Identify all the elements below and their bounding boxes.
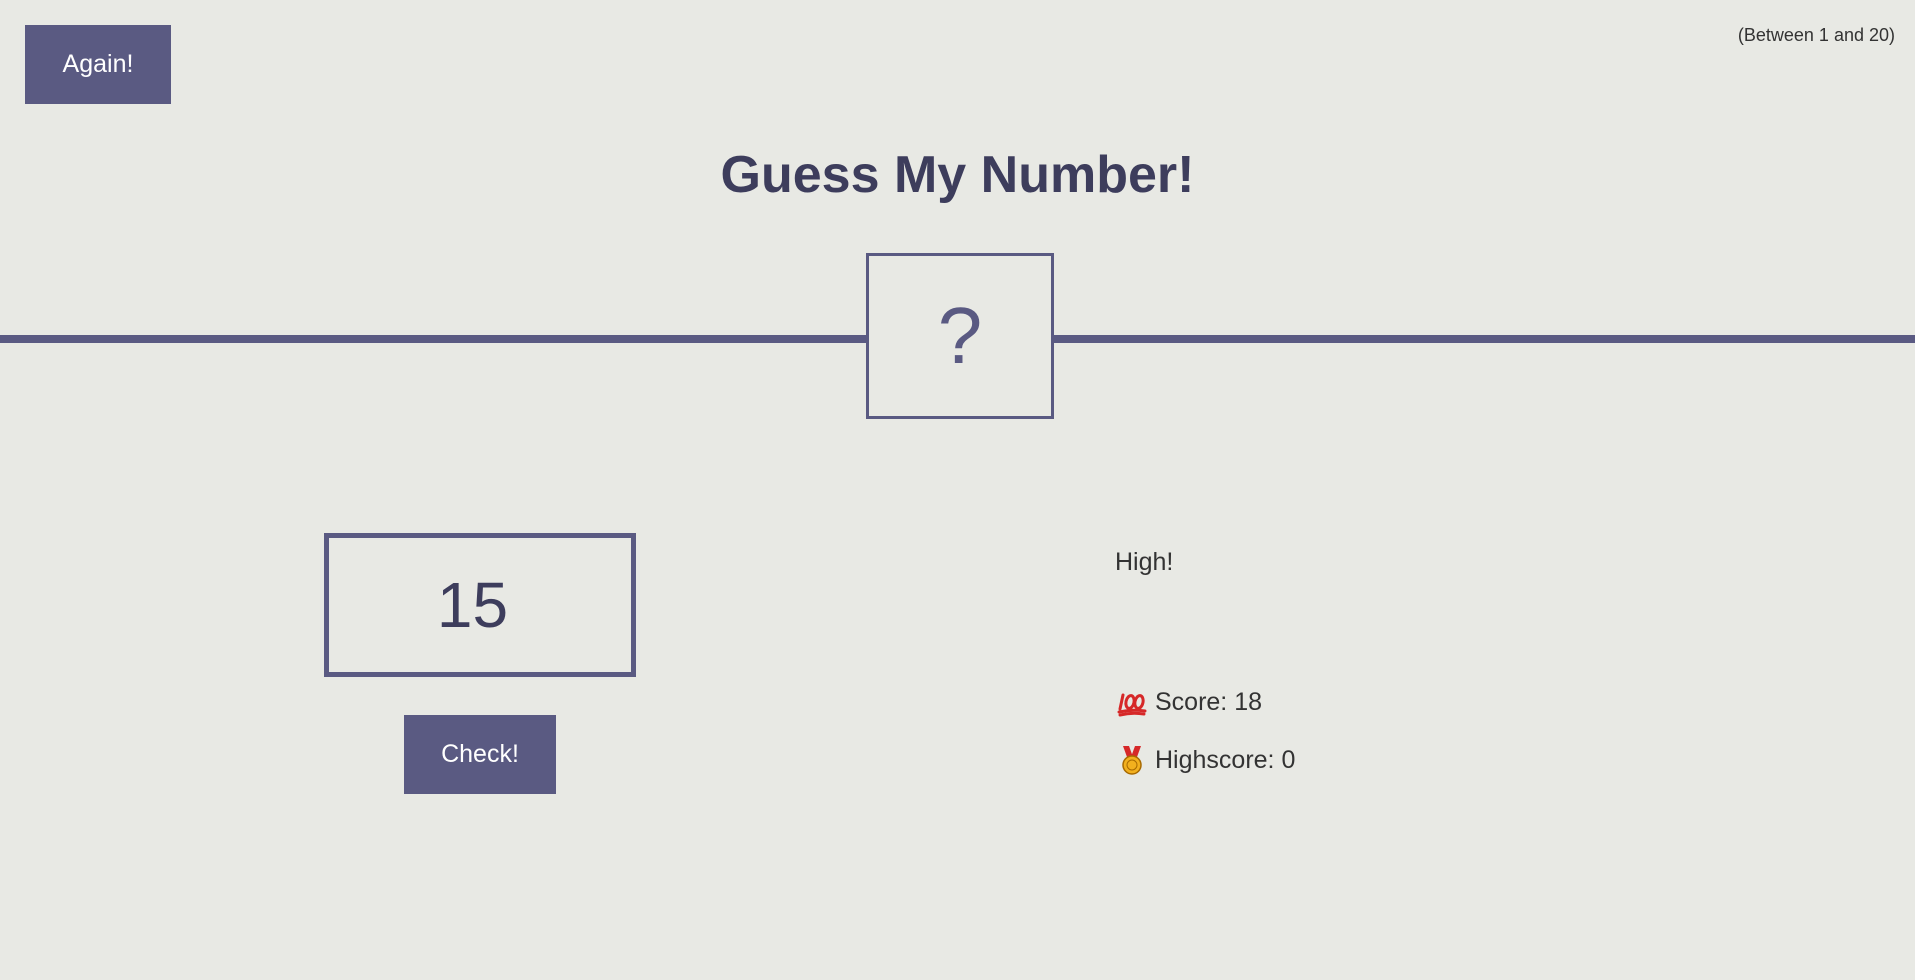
game-page: Again! (Between 1 and 20) Guess My Numbe… — [0, 0, 1915, 980]
score-value: 18 — [1234, 687, 1263, 716]
medal-icon — [1117, 745, 1147, 775]
guess-input[interactable] — [324, 533, 636, 677]
highscore-stat: Highscore: 0 — [1117, 745, 1295, 775]
secret-number: ? — [937, 291, 983, 380]
highscore-label: Highscore: — [1155, 745, 1275, 774]
highscore-value: 0 — [1281, 745, 1296, 774]
check-button[interactable]: Check! — [404, 715, 556, 794]
page-title: Guess My Number! — [720, 146, 1195, 204]
hundred-points-icon — [1117, 687, 1147, 717]
again-button[interactable]: Again! — [25, 25, 171, 104]
score-label: Score: — [1155, 687, 1228, 716]
range-hint: (Between 1 and 20) — [1737, 25, 1895, 45]
score-stat: Score: 18 — [1117, 687, 1262, 717]
guess-message: High! — [1115, 548, 1174, 576]
secret-number-box: ? — [866, 253, 1054, 419]
